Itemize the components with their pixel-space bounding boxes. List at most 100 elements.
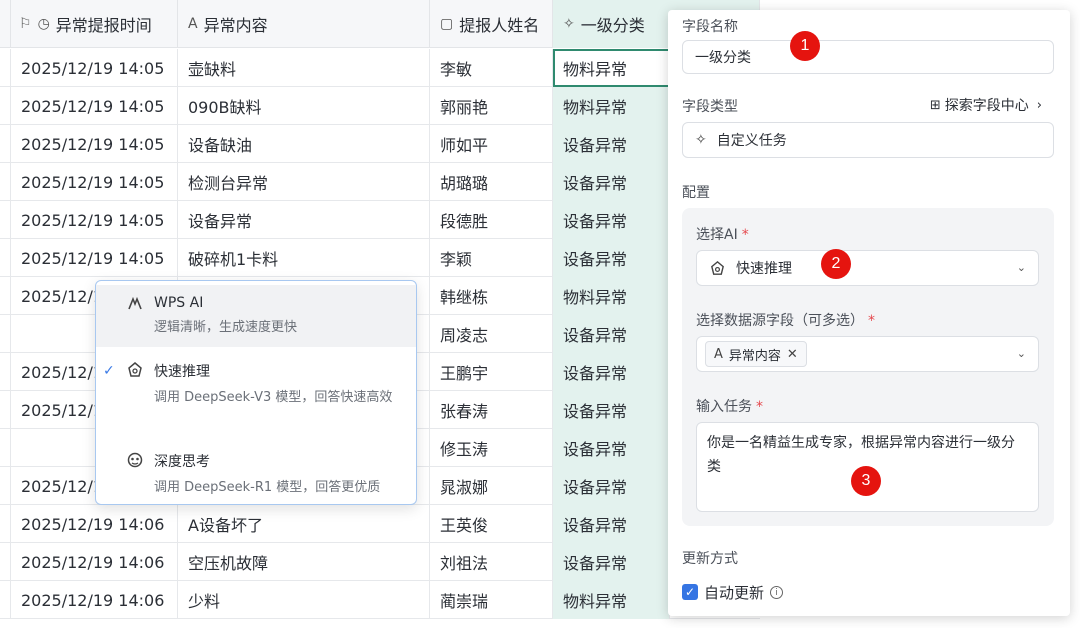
row-gutter[interactable]: [0, 239, 11, 277]
cell-category[interactable]: 设备异常: [553, 429, 670, 467]
table-row[interactable]: 2025/12/19 14:06 A设备坏了 王英俊 设备异常: [0, 505, 760, 543]
close-icon[interactable]: ✕: [787, 347, 798, 362]
text-field-icon: A: [714, 346, 723, 362]
cell-category[interactable]: 物料异常: [553, 87, 670, 125]
cell-name[interactable]: 周凌志: [430, 315, 553, 353]
cell-category[interactable]: 设备异常: [553, 391, 670, 429]
column-header-name[interactable]: ▢ 提报人姓名: [430, 0, 553, 48]
cell-content[interactable]: 设备异常: [178, 201, 430, 239]
row-gutter[interactable]: [0, 277, 11, 315]
cell-category[interactable]: 物料异常: [553, 277, 670, 315]
cell-name[interactable]: 晁淑娜: [430, 467, 553, 505]
clock-icon: ◷: [37, 16, 50, 32]
ai-model-menu: WPS AI 逻辑清晰，生成速度更快 ✓ 快速推理 调用 DeepSeek-V3…: [95, 280, 417, 505]
cell-name[interactable]: 李敏: [430, 49, 553, 87]
cell-category[interactable]: 设备异常: [553, 201, 670, 239]
ai-sparkle-icon: ✧: [563, 16, 575, 32]
cell-name[interactable]: 刘祖法: [430, 543, 553, 581]
row-gutter[interactable]: [0, 581, 11, 619]
cell-category[interactable]: 设备异常: [553, 125, 670, 163]
table-row[interactable]: 2025/12/19 14:05 设备缺油 师如平 设备异常: [0, 125, 760, 163]
column-header-time[interactable]: ⚐ ◷ 异常提报时间: [11, 0, 178, 48]
auto-update-checkbox[interactable]: ✓: [682, 584, 698, 600]
row-gutter[interactable]: [0, 429, 11, 467]
cell-time[interactable]: 2025/12/19 14:06: [11, 581, 178, 619]
row-gutter[interactable]: [0, 505, 11, 543]
wps-ai-icon: [128, 296, 142, 310]
cell-category[interactable]: 设备异常: [553, 467, 670, 505]
cell-content[interactable]: 检测台异常: [178, 163, 430, 201]
cell-category[interactable]: 设备异常: [553, 315, 670, 353]
menu-item-wps-ai[interactable]: WPS AI 逻辑清晰，生成速度更快: [96, 285, 416, 347]
cell-time[interactable]: 2025/12/19 14:05: [11, 239, 178, 277]
cell-name[interactable]: 韩继栋: [430, 277, 553, 315]
cell-name[interactable]: 张春涛: [430, 391, 553, 429]
cell-category[interactable]: 设备异常: [553, 505, 670, 543]
cell-time[interactable]: 2025/12/19 14:05: [11, 49, 178, 87]
cell-category[interactable]: 物料异常: [553, 581, 670, 619]
cell-content[interactable]: 壶缺料: [178, 49, 430, 87]
row-gutter[interactable]: [0, 543, 11, 581]
cell-category[interactable]: 设备异常: [553, 163, 670, 201]
field-name-input[interactable]: 一级分类: [682, 40, 1054, 74]
table-row[interactable]: 2025/12/19 14:05 设备异常 段德胜 设备异常: [0, 201, 760, 239]
row-gutter[interactable]: [0, 391, 11, 429]
menu-item-title: WPS AI: [154, 295, 204, 311]
row-gutter[interactable]: [0, 201, 11, 239]
ai-sparkle-icon: ✧: [695, 132, 707, 148]
table-header: ⚐ ◷ 异常提报时间 A 异常内容 ▢ 提报人姓名 ✧ 一级分类: [0, 0, 760, 48]
row-gutter[interactable]: [0, 353, 11, 391]
row-gutter[interactable]: [0, 467, 11, 505]
cell-category[interactable]: 物料异常: [553, 49, 670, 87]
cell-name[interactable]: 胡璐璐: [430, 163, 553, 201]
cell-name[interactable]: 郭丽艳: [430, 87, 553, 125]
row-gutter[interactable]: [0, 163, 11, 201]
cell-content[interactable]: A设备坏了: [178, 505, 430, 543]
table-row[interactable]: 2025/12/19 14:06 少料 蔺崇瑞 物料异常: [0, 581, 760, 619]
auto-update-label: 自动更新 i: [704, 582, 784, 603]
row-gutter[interactable]: [0, 125, 11, 163]
table-row[interactable]: 2025/12/19 14:05 壶缺料 李敏 物料异常: [0, 49, 760, 87]
ai-model-select[interactable]: 快速推理 ⌄: [696, 250, 1039, 286]
source-field-select[interactable]: A 异常内容 ✕ ⌄: [696, 336, 1039, 372]
table-row[interactable]: 2025/12/19 14:05 090B缺料 郭丽艳 物料异常: [0, 87, 760, 125]
row-gutter[interactable]: [0, 315, 11, 353]
cell-name[interactable]: 修玉涛: [430, 429, 553, 467]
cell-content[interactable]: 破碎机1卡料: [178, 239, 430, 277]
cell-time[interactable]: 2025/12/19 14:05: [11, 87, 178, 125]
cell-time[interactable]: 2025/12/19 14:05: [11, 201, 178, 239]
cell-content[interactable]: 空压机故障: [178, 543, 430, 581]
column-header-content[interactable]: A 异常内容: [178, 0, 430, 48]
cell-name[interactable]: 蔺崇瑞: [430, 581, 553, 619]
table-row[interactable]: 2025/12/19 14:05 检测台异常 胡璐璐 设备异常: [0, 163, 760, 201]
cell-category[interactable]: 设备异常: [553, 239, 670, 277]
cell-name[interactable]: 王英俊: [430, 505, 553, 543]
source-field-tag: A 异常内容 ✕: [705, 341, 807, 367]
field-type-select[interactable]: ✧ 自定义任务: [682, 122, 1054, 158]
cell-content[interactable]: 少料: [178, 581, 430, 619]
explore-field-center-link[interactable]: ⊞ 探索字段中心 ›: [930, 95, 1042, 115]
cell-content[interactable]: 设备缺油: [178, 125, 430, 163]
cell-name[interactable]: 王鹏宇: [430, 353, 553, 391]
cell-time[interactable]: 2025/12/19 14:06: [11, 543, 178, 581]
fast-reasoning-icon: [128, 362, 142, 377]
cell-time[interactable]: 2025/12/19 14:06: [11, 505, 178, 543]
row-gutter[interactable]: [0, 49, 11, 87]
cell-name[interactable]: 段德胜: [430, 201, 553, 239]
table-row[interactable]: 2025/12/19 14:05 破碎机1卡料 李颖 设备异常: [0, 239, 760, 277]
cell-name[interactable]: 师如平: [430, 125, 553, 163]
step-badge-3: 3: [851, 466, 881, 496]
menu-item-fast-reasoning[interactable]: ✓ 快速推理 调用 DeepSeek-V3 模型，回答快速高效: [96, 357, 416, 437]
header-gutter: [0, 0, 11, 48]
cell-time[interactable]: 2025/12/19 14:05: [11, 163, 178, 201]
cell-name[interactable]: 李颖: [430, 239, 553, 277]
cell-time[interactable]: 2025/12/19 14:05: [11, 125, 178, 163]
table-row[interactable]: 2025/12/19 14:06 空压机故障 刘祖法 设备异常: [0, 543, 760, 581]
cell-category[interactable]: 设备异常: [553, 543, 670, 581]
cell-content[interactable]: 090B缺料: [178, 87, 430, 125]
field-type-label: 字段类型: [682, 99, 738, 115]
row-gutter[interactable]: [0, 87, 11, 125]
menu-item-deep-thinking[interactable]: 深度思考 调用 DeepSeek-R1 模型，回答更优质: [96, 447, 416, 503]
info-icon[interactable]: i: [770, 586, 784, 599]
cell-category[interactable]: 设备异常: [553, 353, 670, 391]
